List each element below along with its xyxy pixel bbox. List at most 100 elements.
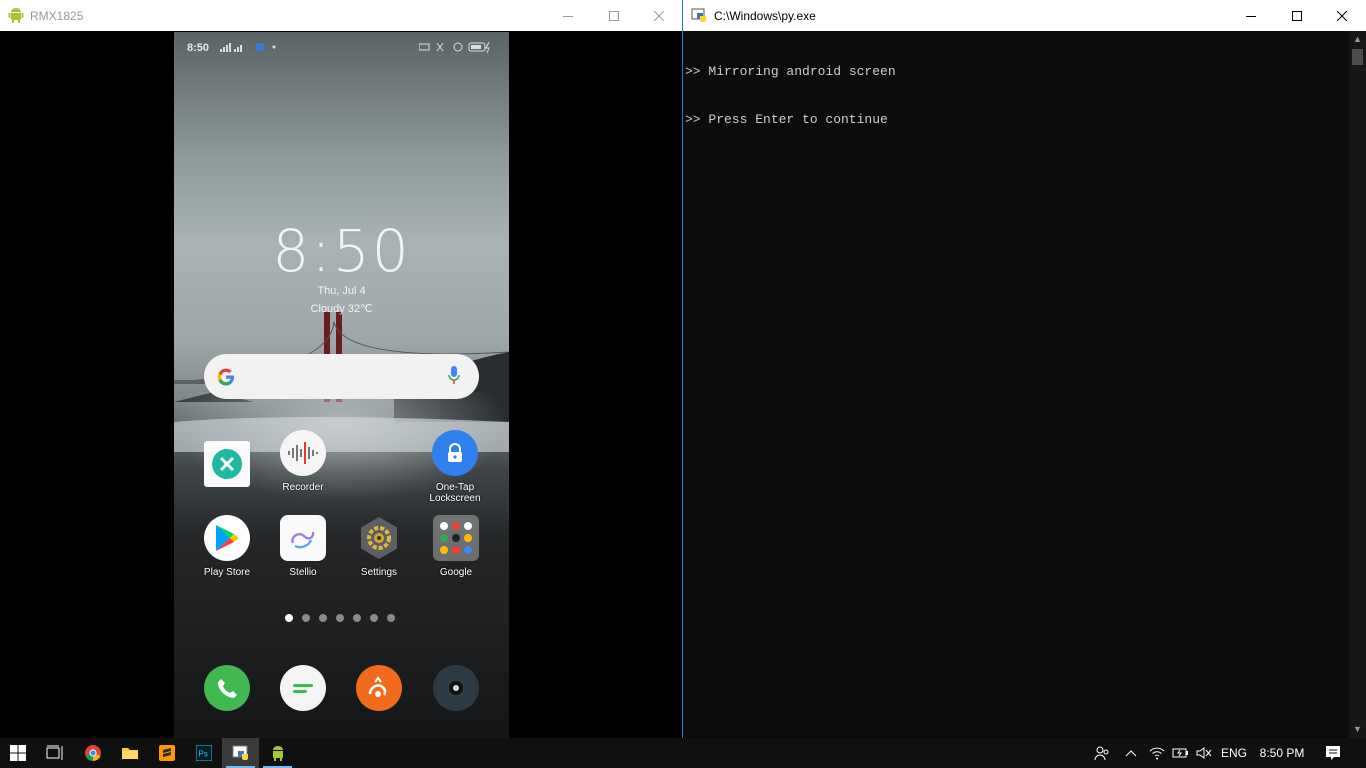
recorder-icon (280, 430, 326, 476)
scroll-up-arrow-icon[interactable]: ▲ (1353, 35, 1362, 44)
console-output[interactable]: >> Mirroring android screen >> Press Ent… (685, 32, 1349, 738)
app-settings[interactable]: Settings (344, 515, 414, 578)
messages-icon (280, 665, 326, 711)
app-label: Settings (360, 567, 398, 578)
settings-icon (356, 515, 402, 561)
taskbar-photoshop[interactable]: Ps (185, 738, 222, 768)
minimize-button[interactable] (545, 0, 591, 31)
python-icon (232, 745, 248, 760)
app-play-store[interactable]: Play Store (192, 515, 262, 578)
notification-icon (1326, 746, 1340, 760)
google-g-icon (217, 368, 234, 386)
minimize-icon (563, 15, 573, 17)
language-indicator[interactable]: ENG (1218, 738, 1250, 768)
console-line: >> Press Enter to continue (685, 112, 888, 127)
app-label: Play Store (203, 567, 251, 578)
app-label: Google (439, 567, 473, 578)
battery-button[interactable] (1170, 738, 1192, 768)
clock[interactable]: 8:50 PM (1254, 738, 1310, 768)
taskbar-chrome[interactable] (74, 738, 111, 768)
maximize-icon (609, 10, 619, 21)
python-icon (691, 8, 706, 22)
chrome-icon (84, 745, 101, 762)
status-bar: 8:50 (174, 32, 509, 62)
windows-logo-icon (10, 745, 26, 761)
taskbar-sublime[interactable] (148, 738, 185, 768)
google-search-bar[interactable] (204, 354, 479, 399)
stellio-icon (280, 515, 326, 561)
minimize-icon (1246, 15, 1256, 17)
app-xmirror[interactable] (192, 441, 262, 493)
photoshop-icon: Ps (195, 745, 212, 761)
taskbar-python-console[interactable] (222, 738, 259, 768)
weather-text: Cloudy 32℃ (310, 303, 373, 315)
task-view-icon (46, 745, 62, 760)
page-dot[interactable] (370, 614, 378, 622)
app-label: Recorder (282, 482, 324, 493)
console-window: C:\Windows\py.exe >> Mirroring android s… (682, 0, 1366, 738)
dock-camera[interactable] (421, 665, 491, 711)
page-dot[interactable] (319, 614, 327, 622)
phone-icon (204, 665, 250, 711)
window-title: C:\Windows\py.exe (714, 9, 816, 23)
task-view-button[interactable] (36, 738, 73, 768)
taskbar: Ps ENG 8:50 PM (0, 738, 1366, 768)
action-center-button[interactable] (1318, 738, 1348, 768)
dock-uc-browser[interactable] (344, 665, 414, 711)
people-button[interactable] (1089, 738, 1115, 768)
scroll-down-arrow-icon[interactable]: ▼ (1353, 725, 1362, 734)
mirror-window: RMX1825 8:50 8:50 Thu, Jul 4 Cloudy 32℃ … (0, 0, 682, 738)
signal-icon (220, 43, 276, 52)
page-dot[interactable] (285, 614, 293, 622)
volume-muted-icon (1196, 747, 1212, 759)
android-icon (8, 8, 24, 23)
vertical-scrollbar[interactable]: ▲ ▼ (1349, 31, 1366, 738)
close-button[interactable] (1319, 0, 1365, 31)
x-app-icon (204, 441, 250, 487)
window-title: RMX1825 (30, 9, 84, 23)
app-one-tap-lockscreen[interactable]: One-Tap Lockscreen (420, 430, 490, 504)
dock-phone[interactable] (192, 665, 262, 711)
maximize-button[interactable] (1274, 0, 1320, 31)
close-icon (654, 10, 664, 21)
phone-screen[interactable]: 8:50 8:50 Thu, Jul 4 Cloudy 32℃ Recorder… (174, 32, 509, 738)
taskbar-android-mirror[interactable] (259, 738, 296, 768)
minimize-button[interactable] (1228, 0, 1274, 31)
folder-icon (121, 748, 138, 759)
console-titlebar[interactable]: C:\Windows\py.exe (683, 0, 1366, 31)
wifi-icon (1149, 747, 1165, 760)
uc-browser-icon (356, 665, 402, 711)
page-dot[interactable] (387, 614, 395, 622)
sublime-icon (158, 745, 175, 761)
maximize-button[interactable] (591, 0, 637, 31)
page-indicator (285, 614, 395, 622)
console-line: >> Mirroring android screen (685, 64, 896, 79)
clock-date: Thu, Jul 4 (317, 285, 366, 297)
page-dot[interactable] (336, 614, 344, 622)
mic-icon[interactable] (448, 366, 460, 386)
clock-time: 8:50 (272, 217, 411, 285)
scrollbar-thumb[interactable] (1352, 49, 1363, 65)
start-button[interactable] (0, 738, 36, 768)
battery-plug-icon (1172, 748, 1188, 758)
mirror-titlebar[interactable]: RMX1825 (0, 0, 682, 31)
show-hidden-icons-button[interactable] (1120, 738, 1142, 768)
taskbar-file-explorer[interactable] (111, 738, 148, 768)
page-dot[interactable] (353, 614, 361, 622)
svg-text:Ps: Ps (198, 750, 207, 759)
close-icon (1337, 10, 1347, 21)
close-button[interactable] (636, 0, 682, 31)
status-time: 8:50 (187, 42, 210, 54)
app-google-folder[interactable]: Google (421, 515, 491, 578)
play-store-icon (204, 515, 250, 561)
app-stellio[interactable]: Stellio (268, 515, 338, 578)
app-label: One-Tap Lockscreen (429, 482, 481, 504)
page-dot[interactable] (302, 614, 310, 622)
lock-icon (432, 430, 478, 476)
dock-messages[interactable] (268, 665, 338, 711)
app-recorder[interactable]: Recorder (268, 430, 338, 493)
maximize-icon (1292, 10, 1302, 21)
volume-button[interactable] (1193, 738, 1215, 768)
network-button[interactable] (1146, 738, 1168, 768)
google-folder-icon (433, 515, 479, 561)
